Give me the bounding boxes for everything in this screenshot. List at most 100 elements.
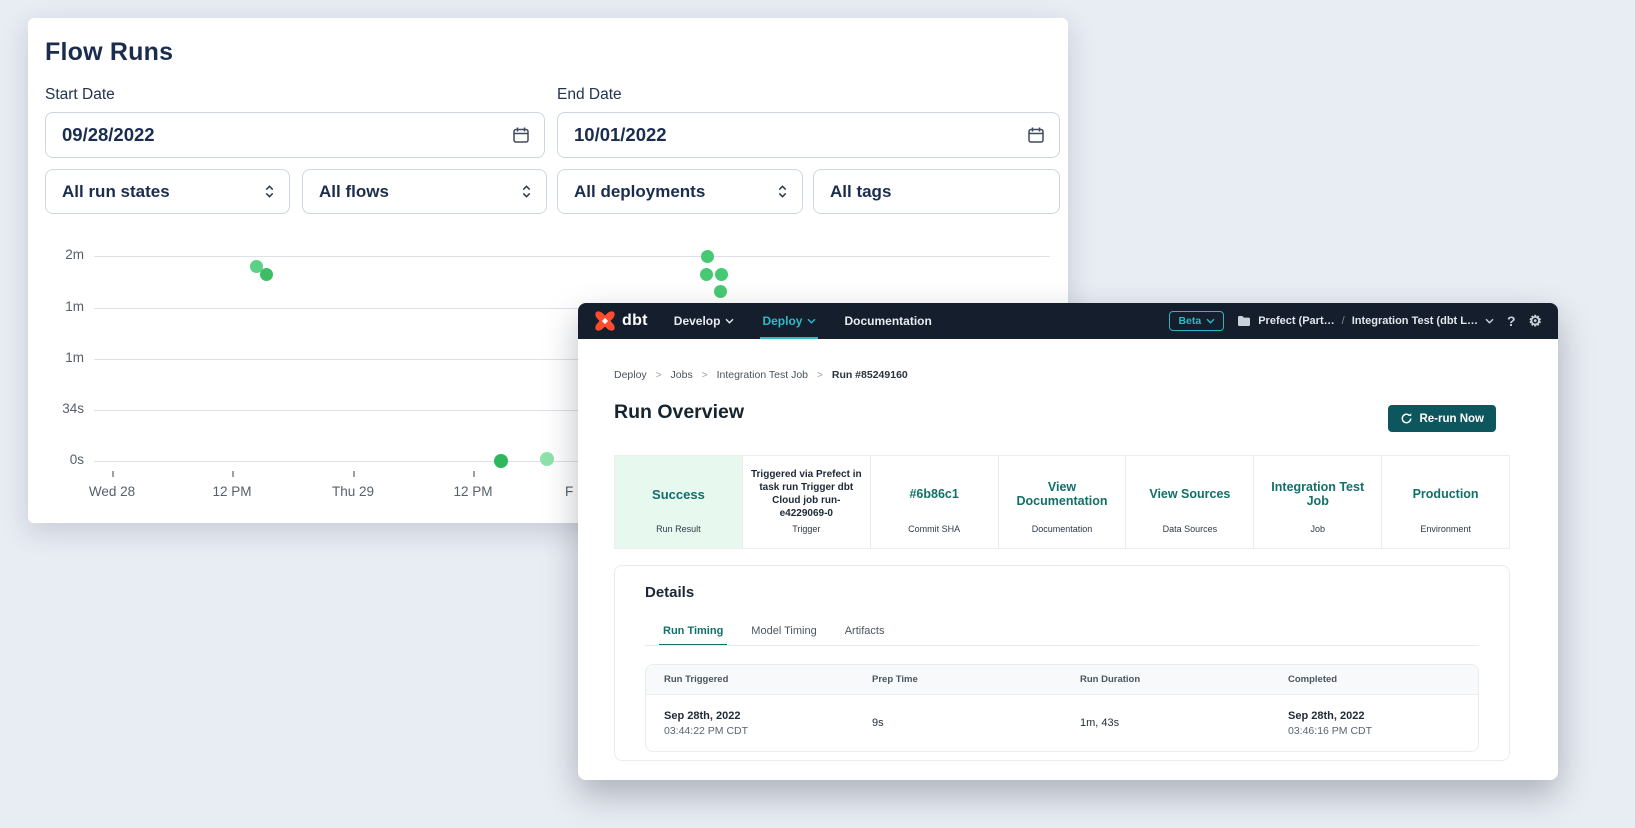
x-axis-tickmark bbox=[473, 471, 475, 477]
breadcrumb-separator: > bbox=[702, 370, 708, 381]
flows-filter[interactable]: All flows bbox=[302, 169, 547, 214]
summary-card-label: Commit SHA bbox=[871, 524, 998, 548]
end-date-label: End Date bbox=[557, 86, 622, 104]
environment-name[interactable]: Integration Test (dbt L… bbox=[1352, 315, 1478, 327]
dbt-logo[interactable]: dbt bbox=[594, 310, 648, 332]
run-triggered-date: Sep 28th, 2022 bbox=[664, 710, 854, 722]
summary-card-label: Run Result bbox=[615, 524, 742, 548]
y-axis-tick: 2m bbox=[38, 247, 84, 262]
environment-link[interactable]: Production bbox=[1382, 456, 1509, 524]
beta-dropdown[interactable]: Beta bbox=[1169, 311, 1224, 331]
flow-run-point[interactable] bbox=[260, 268, 273, 281]
x-axis-tick: 12 PM bbox=[438, 484, 508, 499]
y-axis-tick: 1m bbox=[38, 299, 84, 314]
chevron-down-icon[interactable] bbox=[1485, 318, 1494, 324]
nav-menu: Develop Deploy Documentation bbox=[674, 303, 932, 339]
tags-filter[interactable]: All tags bbox=[813, 169, 1060, 214]
x-axis-tick-partial: F bbox=[565, 484, 573, 499]
breadcrumb-run-id: Run #85249160 bbox=[832, 369, 908, 381]
col-completed: Completed bbox=[1270, 674, 1478, 685]
breadcrumb-deploy[interactable]: Deploy bbox=[614, 369, 647, 381]
run-timing-table: Run Triggered Prep Time Run Duration Com… bbox=[645, 664, 1479, 752]
x-axis-tickmark bbox=[112, 471, 114, 477]
view-documentation-link[interactable]: View Documentation bbox=[999, 456, 1126, 524]
end-date-input[interactable]: 10/01/2022 bbox=[557, 112, 1060, 158]
run-summary-row: Success Run Result Triggered via Prefect… bbox=[614, 455, 1510, 549]
help-icon[interactable]: ? bbox=[1507, 314, 1516, 328]
calendar-icon[interactable] bbox=[512, 126, 530, 144]
details-card: Details Run Timing Model Timing Artifact… bbox=[614, 565, 1510, 761]
y-axis-tick: 1m bbox=[38, 350, 84, 365]
start-date-input[interactable]: 09/28/2022 bbox=[45, 112, 545, 158]
summary-card-label: Trigger bbox=[743, 524, 870, 548]
dbt-cloud-window: dbt Develop Deploy Documentation Beta Pr… bbox=[578, 303, 1558, 780]
run-overview-title: Run Overview bbox=[614, 401, 744, 424]
flow-run-point[interactable] bbox=[700, 268, 713, 281]
dbt-content: Deploy > Jobs > Integration Test Job > R… bbox=[578, 339, 1558, 780]
dbt-logo-icon bbox=[594, 310, 616, 332]
col-run-duration: Run Duration bbox=[1062, 674, 1270, 685]
nav-item-label: Deploy bbox=[762, 314, 802, 328]
view-sources-link[interactable]: View Sources bbox=[1126, 456, 1253, 524]
y-axis-tick: 0s bbox=[38, 452, 84, 467]
table-row: Sep 28th, 2022 03:44:22 PM CDT 9s 1m, 43… bbox=[646, 695, 1478, 751]
nav-item-documentation[interactable]: Documentation bbox=[844, 303, 931, 339]
summary-card-environment: Production Environment bbox=[1382, 456, 1509, 548]
chevron-down-icon bbox=[725, 318, 734, 324]
completed-time: 03:46:16 PM CDT bbox=[1288, 725, 1478, 737]
completed-date: Sep 28th, 2022 bbox=[1288, 710, 1478, 722]
breadcrumb: Deploy > Jobs > Integration Test Job > R… bbox=[614, 369, 908, 381]
x-axis-tickmark bbox=[353, 471, 355, 477]
end-date-value: 10/01/2022 bbox=[574, 124, 667, 146]
beta-label: Beta bbox=[1178, 315, 1201, 327]
job-link[interactable]: Integration Test Job bbox=[1254, 456, 1381, 524]
start-date-label: Start Date bbox=[45, 86, 115, 104]
chevron-down-icon bbox=[1206, 318, 1215, 324]
chevron-down-icon bbox=[807, 318, 816, 324]
tab-run-timing[interactable]: Run Timing bbox=[663, 616, 723, 646]
updown-chevron-icon bbox=[521, 184, 532, 199]
summary-card-label: Job bbox=[1254, 524, 1381, 548]
flow-run-point[interactable] bbox=[540, 452, 554, 466]
dbt-logo-text: dbt bbox=[622, 312, 648, 330]
nav-item-deploy[interactable]: Deploy bbox=[762, 303, 816, 339]
tabs-divider bbox=[645, 645, 1479, 646]
summary-card-trigger: Triggered via Prefect in task run Trigge… bbox=[743, 456, 871, 548]
calendar-icon[interactable] bbox=[1027, 126, 1045, 144]
table-header-row: Run Triggered Prep Time Run Duration Com… bbox=[646, 665, 1478, 695]
flow-run-point[interactable] bbox=[714, 285, 727, 298]
run-triggered-time: 03:44:22 PM CDT bbox=[664, 725, 854, 737]
deployments-filter[interactable]: All deployments bbox=[557, 169, 803, 214]
page-title: Flow Runs bbox=[45, 38, 173, 67]
refresh-icon bbox=[1400, 412, 1413, 425]
tab-artifacts[interactable]: Artifacts bbox=[845, 616, 885, 646]
flow-run-point[interactable] bbox=[494, 454, 508, 468]
completed-cell: Sep 28th, 2022 03:46:16 PM CDT bbox=[1270, 710, 1478, 737]
run-states-filter[interactable]: All run states bbox=[45, 169, 290, 214]
x-axis-tick: Thu 29 bbox=[318, 484, 388, 499]
summary-card-commit-sha: #6b86c1 Commit SHA bbox=[871, 456, 999, 548]
rerun-now-button[interactable]: Re-run Now bbox=[1388, 405, 1496, 432]
flow-run-point[interactable] bbox=[701, 250, 714, 263]
nav-item-develop[interactable]: Develop bbox=[674, 303, 735, 339]
breadcrumb-jobs[interactable]: Jobs bbox=[671, 369, 693, 381]
summary-card-documentation: View Documentation Documentation bbox=[999, 456, 1127, 548]
project-name[interactable]: Prefect (Part… bbox=[1258, 315, 1334, 327]
updown-chevron-icon bbox=[777, 184, 788, 199]
summary-card-run-result: Success Run Result bbox=[615, 456, 743, 548]
gear-icon[interactable]: ⚙ bbox=[1529, 314, 1542, 329]
tags-filter-value: All tags bbox=[830, 182, 891, 202]
run-states-filter-value: All run states bbox=[62, 182, 170, 202]
col-run-triggered: Run Triggered bbox=[646, 674, 854, 685]
tab-model-timing[interactable]: Model Timing bbox=[751, 616, 816, 646]
flow-run-point[interactable] bbox=[715, 268, 728, 281]
commit-sha-link[interactable]: #6b86c1 bbox=[871, 456, 998, 524]
details-title: Details bbox=[645, 584, 694, 601]
folder-icon bbox=[1237, 315, 1251, 327]
col-prep-time: Prep Time bbox=[854, 674, 1062, 685]
breadcrumb-job-name[interactable]: Integration Test Job bbox=[717, 369, 808, 381]
run-duration-cell: 1m, 43s bbox=[1062, 717, 1270, 729]
trigger-value: Triggered via Prefect in task run Trigge… bbox=[743, 456, 870, 524]
breadcrumb-separator: > bbox=[817, 370, 823, 381]
nav-item-label: Documentation bbox=[844, 314, 931, 328]
